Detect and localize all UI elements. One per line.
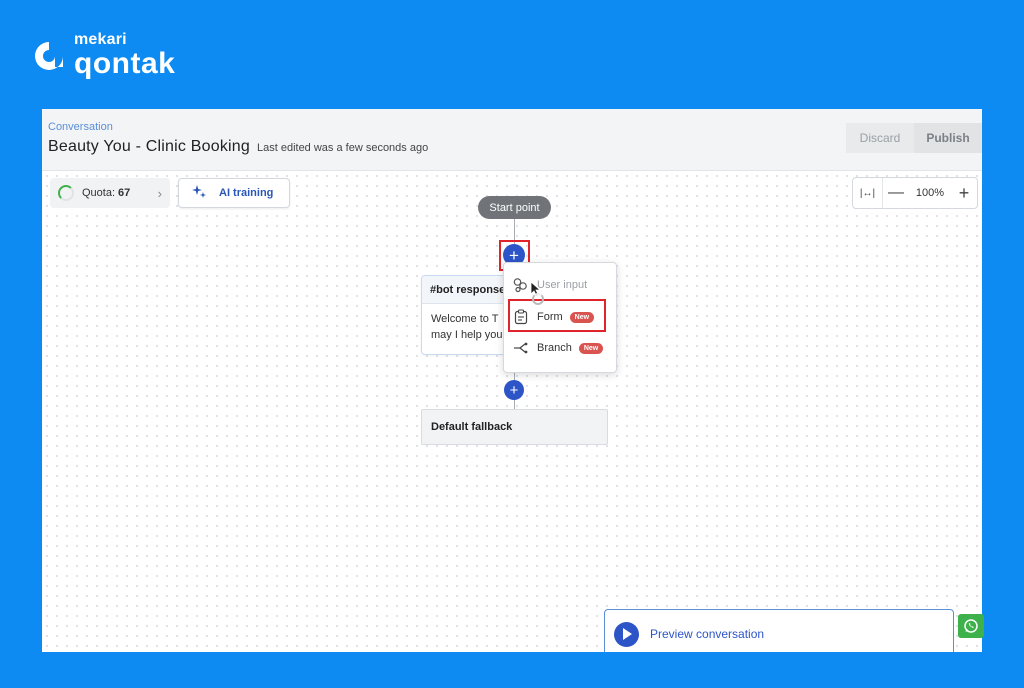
brand-logo: mekari qontak [32, 32, 175, 79]
qontak-logo-icon [32, 39, 66, 73]
quota-progress-icon [58, 185, 74, 201]
fit-width-icon[interactable]: |↔| [853, 178, 883, 208]
add-node-button[interactable]: + [504, 380, 524, 400]
zoom-out-icon[interactable]: — [883, 184, 909, 202]
quota-value: 67 [118, 187, 131, 199]
menu-item-user-input[interactable]: User input [504, 277, 616, 293]
play-icon [614, 621, 639, 647]
brand-name-small: mekari [74, 31, 127, 48]
brand-name-big: qontak [74, 47, 176, 80]
zoom-level: 100% [915, 187, 945, 199]
user-input-icon [513, 277, 529, 293]
zoom-in-icon[interactable]: + [951, 183, 977, 204]
bot-response-title: #bot response [422, 276, 510, 304]
breadcrumb[interactable]: Conversation [48, 121, 113, 133]
flow-builder-window: Conversation Beauty You - Clinic Booking… [42, 109, 982, 652]
branch-icon [513, 340, 529, 356]
zoom-controls: |↔| — 100% + [852, 177, 978, 209]
default-fallback-node[interactable]: Default fallback [421, 409, 608, 445]
flow-canvas[interactable]: Quota: 67 › AI training |↔| — 100% + Sta… [42, 171, 982, 652]
loading-spinner-icon [532, 293, 544, 305]
menu-item-label: User input [537, 279, 588, 291]
sparkle-icon [191, 184, 207, 203]
bot-response-card[interactable]: #bot response Welcome to T may I help yo… [421, 275, 511, 355]
page-title: Beauty You - Clinic Booking [48, 138, 250, 155]
preview-conversation-button[interactable]: Preview conversation [604, 609, 954, 652]
bot-response-line: may I help you [431, 329, 503, 341]
publish-button[interactable]: Publish [914, 123, 982, 153]
header-bar: Conversation Beauty You - Clinic Booking… [42, 109, 982, 171]
last-edited-text: Last edited was a few seconds ago [256, 142, 429, 154]
chevron-right-icon: › [157, 185, 162, 201]
bot-response-line: Welcome to T [431, 313, 499, 325]
menu-item-branch[interactable]: Branch New [504, 340, 616, 356]
quota-label: Quota: [82, 187, 116, 199]
ai-training-label: AI training [219, 187, 274, 199]
highlight-box [508, 299, 606, 332]
quota-indicator[interactable]: Quota: 67 › [50, 178, 170, 208]
preview-conversation-label: Preview conversation [650, 627, 765, 641]
start-point-node[interactable]: Start point [478, 196, 551, 219]
discard-button[interactable]: Discard [846, 123, 914, 153]
menu-item-label: Branch [537, 342, 572, 354]
ai-training-button[interactable]: AI training [178, 178, 290, 208]
whatsapp-icon[interactable] [958, 614, 984, 638]
new-badge: New [578, 342, 604, 354]
